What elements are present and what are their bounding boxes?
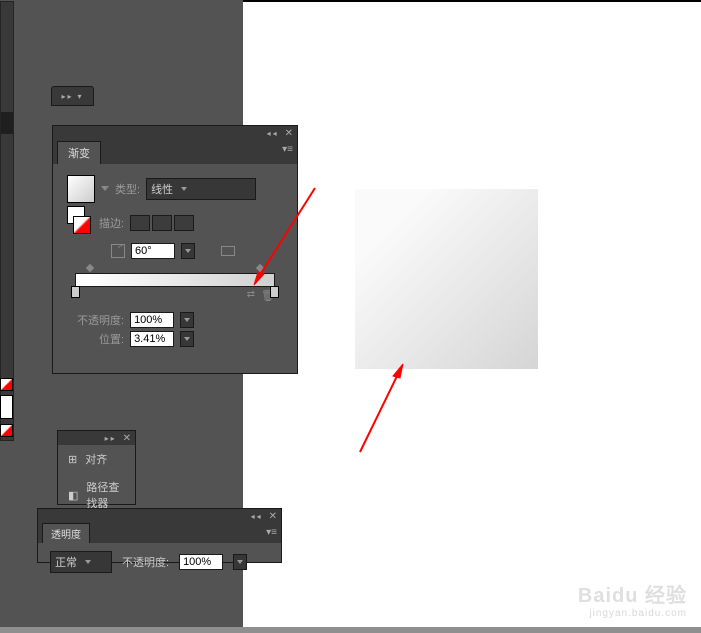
double-arrow-icon[interactable]: ◂◂ bbox=[267, 129, 279, 138]
close-icon[interactable]: ✕ bbox=[285, 128, 293, 139]
angle-dropdown[interactable] bbox=[181, 243, 195, 259]
transparency-titlebar[interactable]: ◂◂ ✕ bbox=[38, 509, 281, 523]
transparency-opacity-input[interactable]: 100% bbox=[179, 554, 223, 570]
opacity-label: 不透明度: bbox=[77, 312, 124, 328]
gradient-stop-left[interactable] bbox=[71, 286, 80, 298]
blend-mode-select[interactable]: 正常 bbox=[50, 551, 112, 573]
transparency-tab[interactable]: 透明度 bbox=[42, 523, 90, 543]
collapse-icon: ▾ bbox=[78, 92, 84, 101]
gradient-tab-row: 渐变 ▾≡ bbox=[53, 140, 297, 164]
angle-input[interactable]: 60° bbox=[131, 243, 175, 259]
expand-icon: ▸▸ bbox=[61, 92, 73, 101]
opacity-input[interactable]: 100% bbox=[130, 312, 174, 328]
gradient-type-select[interactable]: 线性 bbox=[146, 178, 256, 200]
gradient-panel-titlebar[interactable]: ◂◂ ✕ bbox=[53, 126, 297, 140]
workspace: ▸▸ ▾ ◂◂ ✕ 渐变 ▾≡ 类型: 线性 bbox=[0, 0, 701, 633]
position-input[interactable]: 3.41% bbox=[130, 331, 174, 347]
type-label: 类型: bbox=[115, 181, 140, 197]
close-icon[interactable]: ✕ bbox=[123, 433, 131, 444]
watermark: Baidu 经验 jingyan.baidu.com bbox=[578, 579, 687, 619]
collapsed-panel-tab[interactable]: ▸▸ ▾ bbox=[51, 86, 94, 106]
angle-icon bbox=[111, 244, 125, 258]
stroke-inside-button[interactable] bbox=[130, 215, 150, 231]
double-arrow-icon[interactable]: ◂◂ bbox=[251, 512, 263, 521]
double-arrow-icon[interactable]: ▸▸ bbox=[105, 434, 117, 443]
pathfinder-icon: ◧ bbox=[68, 489, 78, 502]
align-panel-titlebar[interactable]: ▸▸ ✕ bbox=[58, 431, 135, 445]
panel-menu-icon[interactable]: ▾≡ bbox=[282, 144, 293, 155]
tools-panel[interactable] bbox=[0, 1, 14, 441]
aspect-ratio-icon bbox=[221, 246, 235, 256]
gradient-preview-caret-icon[interactable] bbox=[101, 186, 109, 192]
gradient-rectangle-object[interactable] bbox=[355, 189, 538, 369]
transparency-panel: ◂◂ ✕ 透明度 ▾≡ 正常 不透明度: 100% bbox=[37, 508, 282, 563]
position-dropdown[interactable] bbox=[180, 331, 194, 347]
align-icon: ⊞ bbox=[68, 453, 77, 466]
none-swatch-2[interactable] bbox=[0, 424, 13, 437]
stroke-align-group bbox=[130, 215, 194, 231]
horizontal-scrollbar[interactable] bbox=[0, 627, 701, 633]
close-icon[interactable]: ✕ bbox=[269, 511, 277, 522]
gradient-slider[interactable] bbox=[75, 273, 275, 287]
stroke-label: 描边: bbox=[99, 215, 124, 231]
fill-swatch[interactable] bbox=[0, 395, 13, 419]
annotation-arrow-2 bbox=[345, 360, 415, 460]
align-tab[interactable]: ⊞ 对齐 bbox=[58, 445, 135, 473]
annotation-arrow-1 bbox=[250, 180, 330, 290]
panel-menu-icon[interactable]: ▾≡ bbox=[266, 527, 277, 538]
fill-stroke-swatch[interactable] bbox=[67, 206, 93, 240]
transparency-opacity-dropdown[interactable] bbox=[233, 554, 247, 570]
none-swatch-1[interactable] bbox=[0, 378, 13, 391]
position-label: 位置: bbox=[99, 331, 124, 347]
gradient-preview[interactable] bbox=[67, 175, 95, 203]
stroke-center-button[interactable] bbox=[152, 215, 172, 231]
swap-stops-icon[interactable]: ⇄ bbox=[247, 289, 255, 302]
stroke-outside-button[interactable] bbox=[174, 215, 194, 231]
opacity-dropdown[interactable] bbox=[180, 312, 194, 328]
align-panel: ▸▸ ✕ ⊞ 对齐 ◧ 路径查找器 bbox=[57, 430, 136, 505]
diamond-icon[interactable] bbox=[86, 264, 94, 272]
gradient-tab[interactable]: 渐变 bbox=[57, 141, 101, 164]
opacity-label: 不透明度: bbox=[122, 554, 169, 570]
